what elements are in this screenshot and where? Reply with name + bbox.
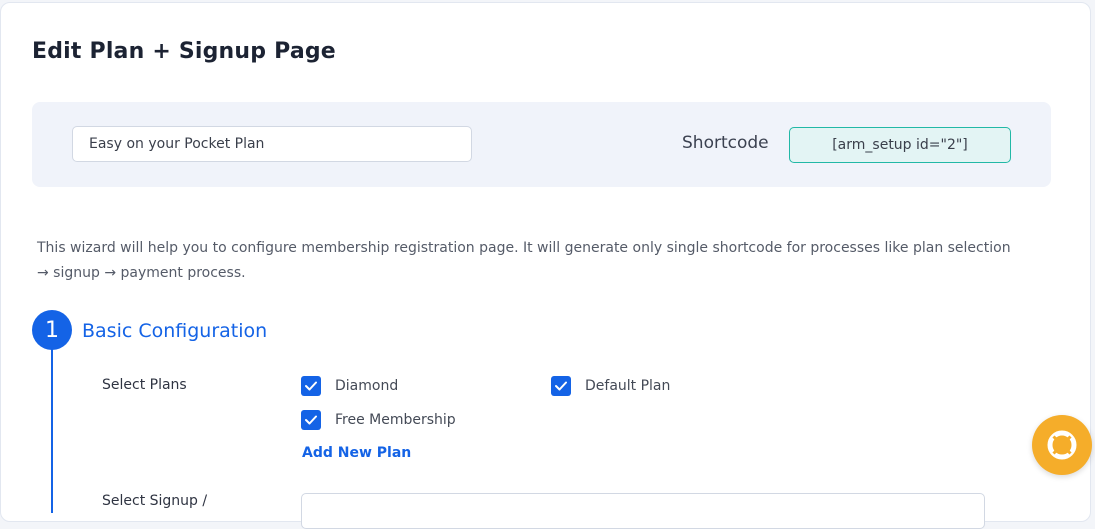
plan-option-label: Diamond [335, 378, 399, 394]
plan-header-panel: Shortcode [arm_setup id="2"] [32, 102, 1051, 187]
shortcode-field[interactable]: [arm_setup id="2"] [789, 127, 1011, 163]
plan-option-label: Free Membership [335, 412, 456, 428]
page-title: Edit Plan + Signup Page [32, 39, 336, 64]
plan-checkbox[interactable] [301, 376, 321, 396]
signup-form-select[interactable] [301, 493, 985, 529]
check-icon [555, 381, 567, 391]
lifebuoy-icon [1047, 430, 1077, 460]
add-new-plan-link[interactable]: Add New Plan [302, 445, 411, 461]
select-plans-label: Select Plans [102, 377, 187, 393]
plan-option-diamond[interactable]: Diamond [301, 376, 398, 396]
step-title: Basic Configuration [82, 320, 268, 342]
step-number-badge: 1 [32, 310, 72, 350]
shortcode-label: Shortcode [682, 133, 769, 153]
next-field-label: Select Signup / [102, 493, 208, 509]
plan-name-input[interactable] [72, 126, 472, 162]
edit-plan-card: Edit Plan + Signup Page Shortcode [arm_s… [0, 2, 1091, 529]
plan-option-default[interactable]: Default Plan [551, 376, 670, 396]
plan-checkbox[interactable] [301, 410, 321, 430]
step-connector-line [51, 343, 53, 513]
check-icon [305, 415, 317, 425]
plan-option-free-membership[interactable]: Free Membership [301, 410, 456, 430]
check-icon [305, 381, 317, 391]
wizard-description: This wizard will help you to configure m… [37, 240, 1011, 281]
plan-checkbox[interactable] [551, 376, 571, 396]
help-button[interactable] [1032, 415, 1092, 475]
plan-option-label: Default Plan [585, 378, 671, 394]
